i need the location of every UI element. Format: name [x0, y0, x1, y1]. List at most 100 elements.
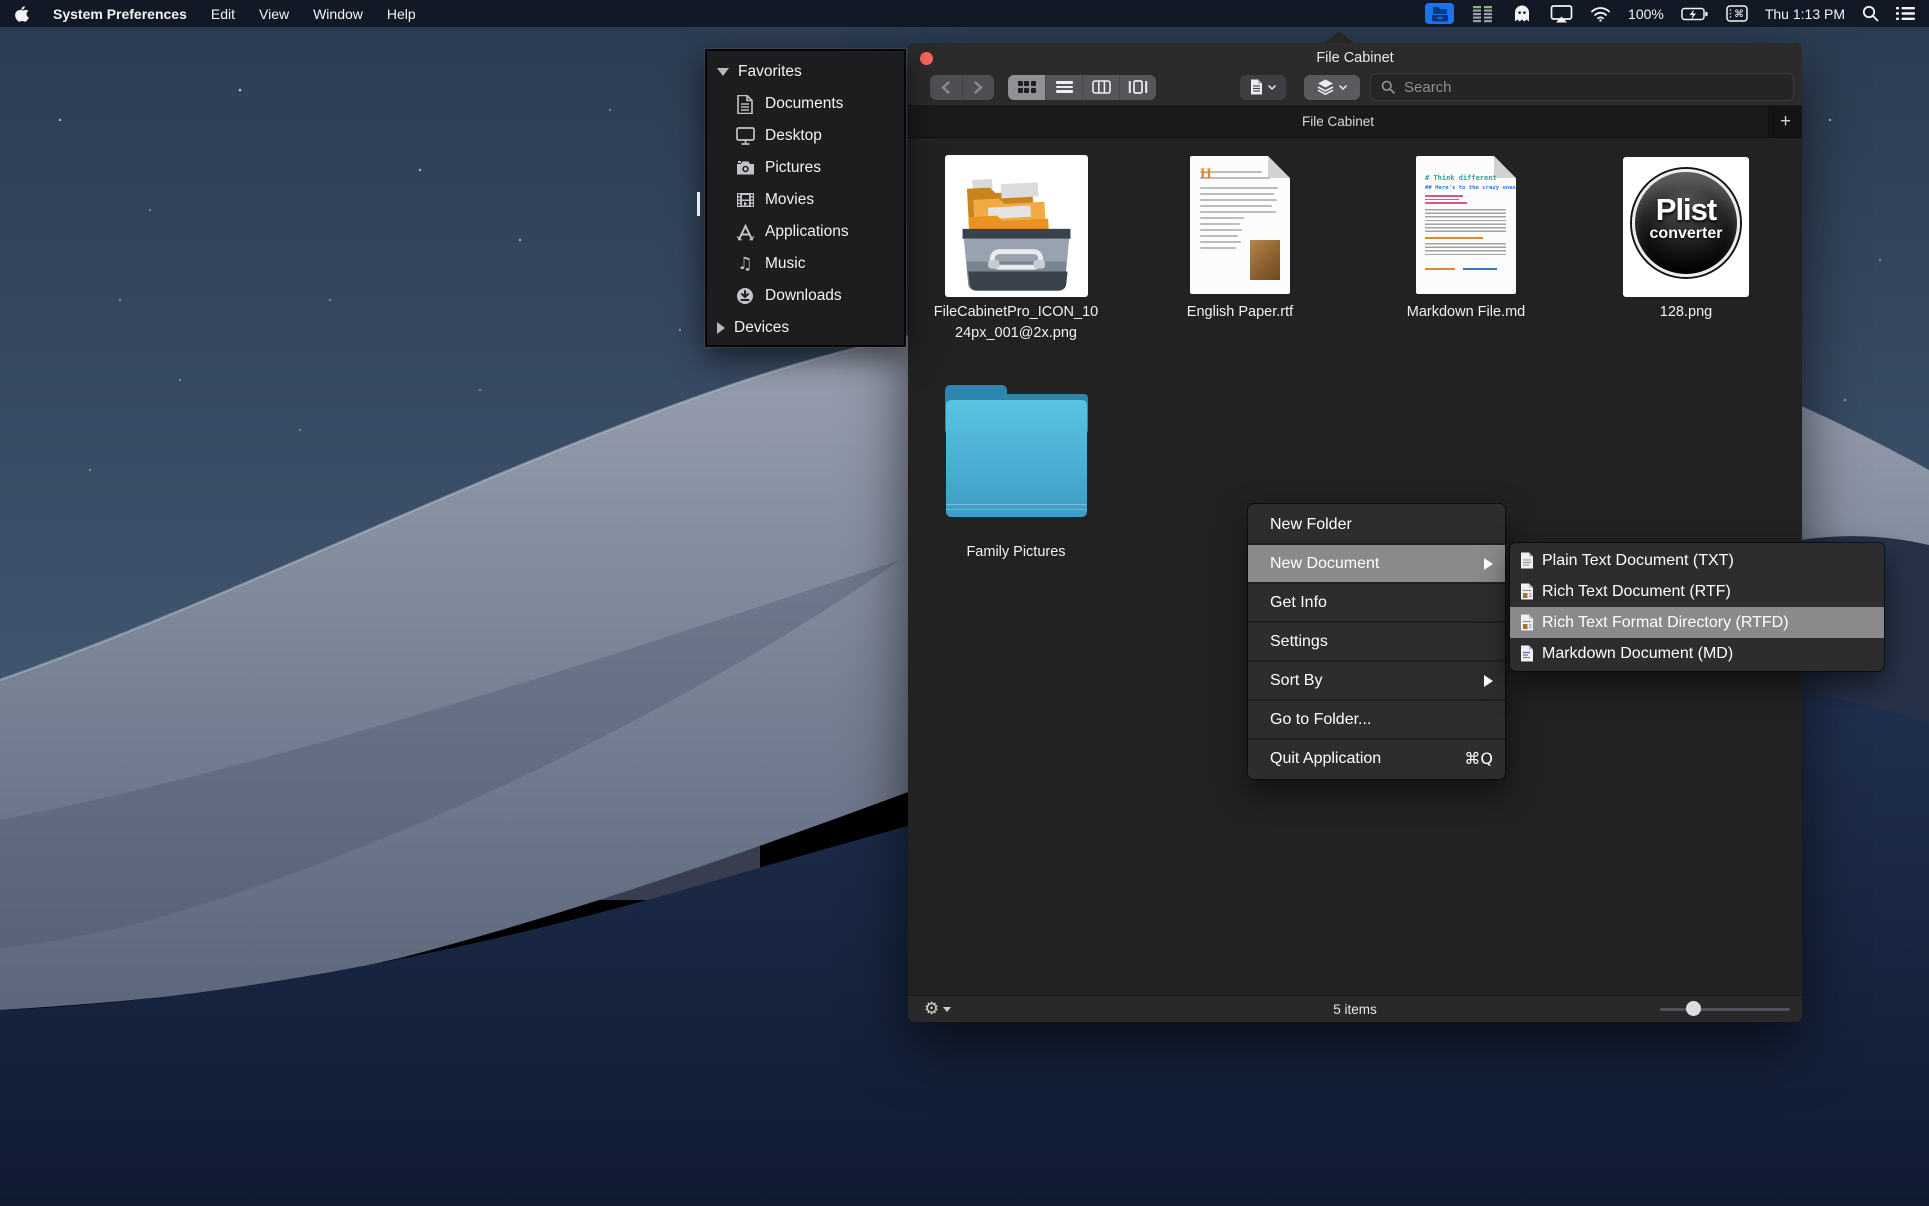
coverflow-view-icon — [1128, 80, 1148, 94]
plist-badge-line1: Plist — [1655, 192, 1717, 227]
airplay-display-menubar-icon[interactable] — [1550, 4, 1573, 23]
apple-menu-icon[interactable] — [14, 5, 29, 23]
txt-document-icon — [1521, 552, 1533, 569]
close-button[interactable] — [920, 52, 933, 65]
sidebar-item-desktop[interactable]: Desktop — [707, 120, 904, 152]
menu-bar: System Preferences Edit View Window Help — [0, 0, 1929, 27]
window-title: File Cabinet — [1316, 50, 1394, 66]
music-note-icon: ♫ — [737, 254, 753, 274]
menu-item-quit-application[interactable]: Quit Application ⌘Q — [1248, 740, 1505, 777]
submenu-arrow-icon — [1484, 557, 1493, 570]
file-label[interactable]: English Paper.rtf — [1130, 302, 1350, 323]
search-field[interactable] — [1370, 73, 1794, 101]
slider-thumb[interactable] — [1686, 1001, 1701, 1016]
svg-text:⌘: ⌘ — [1734, 9, 1744, 20]
popover-arrow — [1324, 31, 1354, 43]
file-cabinet-menubar-icon[interactable] — [1425, 3, 1455, 24]
submenu-item-markdown-md[interactable]: Markdown Document (MD) — [1510, 638, 1884, 669]
menubar-menu-edit[interactable]: Edit — [211, 6, 235, 22]
text-cursor — [697, 192, 700, 216]
devices-header-label: Devices — [734, 319, 790, 336]
menubar-menu-view[interactable]: View — [259, 6, 289, 22]
wifi-menubar-icon[interactable] — [1590, 6, 1611, 22]
menubar-menu-window[interactable]: Window — [313, 6, 363, 22]
window-titlebar[interactable]: File Cabinet — [908, 43, 1802, 73]
sidebar-item-label: Applications — [765, 223, 849, 240]
desktop: System Preferences Edit View Window Help — [0, 0, 1929, 1206]
desktop-monitor-icon — [734, 127, 756, 145]
menubar-clock[interactable]: Thu 1:13 PM — [1765, 6, 1845, 22]
menu-item-new-document[interactable]: New Document — [1248, 545, 1505, 582]
columns-view-icon — [1091, 80, 1111, 94]
chevron-left-icon — [941, 80, 950, 94]
battery-charging-icon — [1681, 7, 1709, 21]
view-columns-button[interactable] — [1082, 74, 1119, 100]
menubar-menu-help[interactable]: Help — [387, 6, 416, 22]
search-input[interactable] — [1402, 77, 1783, 97]
file-label[interactable]: FileCabinetPro_ICON_10 24px_001@2x.png — [908, 302, 1126, 344]
file-label[interactable]: 128.png — [1576, 302, 1796, 323]
view-grid-button[interactable] — [1008, 74, 1045, 100]
plist-converter-badge: Plist converter — [1632, 169, 1740, 277]
menubar-app-name[interactable]: System Preferences — [53, 6, 187, 22]
rtfd-document-icon — [1521, 614, 1533, 631]
spotlight-search-icon[interactable] — [1862, 5, 1879, 22]
file-icon-markdown-md[interactable]: # Think different ## Here's to the crazy… — [1416, 156, 1516, 294]
chevron-down-icon — [1268, 84, 1276, 90]
icon-size-slider[interactable] — [1660, 1001, 1790, 1016]
chevron-right-icon — [974, 80, 983, 94]
search-icon — [1381, 80, 1395, 94]
devices-group-header[interactable]: Devices — [707, 312, 904, 344]
sidebar-item-pictures[interactable]: Pictures — [707, 152, 904, 184]
menu-item-settings[interactable]: Settings — [1248, 623, 1505, 660]
context-menu: New Folder New Document Get Info Setting… — [1248, 504, 1505, 779]
menu-shortcut: ⌘Q — [1464, 749, 1493, 768]
new-document-toolbar-button[interactable] — [1240, 74, 1286, 100]
memory-rows-menubar-icon[interactable] — [1471, 5, 1494, 23]
menu-item-go-to-folder[interactable]: Go to Folder... — [1248, 701, 1505, 738]
folder-front — [946, 400, 1087, 517]
view-list-button[interactable] — [1045, 74, 1082, 100]
disclosure-down-icon — [717, 68, 729, 76]
sidebar-item-label: Downloads — [765, 287, 842, 304]
ghost-menubar-icon[interactable] — [1511, 4, 1533, 23]
back-button[interactable] — [930, 74, 963, 100]
applications-a-icon — [734, 223, 756, 241]
notification-center-icon[interactable] — [1896, 6, 1915, 21]
md-heading2: ## Here's to the crazy ones. — [1425, 185, 1520, 191]
file-label[interactable]: Markdown File.md — [1356, 302, 1576, 323]
sidebar-item-music[interactable]: ♫ Music — [707, 248, 904, 280]
disclosure-right-icon — [717, 322, 725, 334]
chevron-down-icon — [1339, 84, 1347, 90]
grouping-toolbar-button[interactable] — [1304, 74, 1360, 100]
md-heading1: # Think different — [1425, 174, 1497, 182]
submenu-item-rich-text-format-directory-rtfd[interactable]: Rich Text Format Directory (RTFD) — [1510, 607, 1884, 638]
view-coverflow-button[interactable] — [1119, 74, 1156, 100]
file-icon-filecabinetpro-png[interactable] — [945, 155, 1088, 297]
rtf-dropcap: H — [1200, 166, 1212, 182]
sidebar-item-label: Desktop — [765, 127, 822, 144]
md-document-icon — [1521, 645, 1533, 662]
menu-item-sort-by[interactable]: Sort By — [1248, 662, 1505, 699]
view-mode-segmented-control — [1008, 74, 1156, 100]
folder-icon-family-pictures[interactable] — [945, 385, 1088, 517]
document-icon — [734, 94, 756, 114]
tab-file-cabinet[interactable]: File Cabinet — [908, 106, 1768, 137]
file-icon-128-png[interactable]: Plist converter — [1623, 157, 1749, 297]
sidebar-item-documents[interactable]: Documents — [707, 88, 904, 120]
sidebar-item-downloads[interactable]: Downloads — [707, 280, 904, 312]
rtf-embedded-image — [1250, 240, 1280, 280]
menu-item-new-folder[interactable]: New Folder — [1248, 506, 1505, 543]
sidebar-item-label: Documents — [765, 95, 844, 112]
sidebar-item-movies[interactable]: Movies — [707, 184, 904, 216]
submenu-item-rich-text-rtf[interactable]: Rich Text Document (RTF) — [1510, 576, 1884, 607]
sidebar-item-applications[interactable]: Applications — [707, 216, 904, 248]
keyboard-command-menubar-icon[interactable]: ⌘ — [1726, 5, 1748, 22]
file-icon-english-paper-rtf[interactable]: H — [1190, 156, 1290, 294]
submenu-item-plain-text-txt[interactable]: Plain Text Document (TXT) — [1510, 545, 1884, 576]
forward-button[interactable] — [963, 75, 995, 100]
menu-item-get-info[interactable]: Get Info — [1248, 584, 1505, 621]
add-tab-button[interactable]: + — [1768, 106, 1802, 137]
file-label[interactable]: Family Pictures — [908, 542, 1126, 563]
favorites-group-header[interactable]: Favorites — [707, 56, 904, 88]
